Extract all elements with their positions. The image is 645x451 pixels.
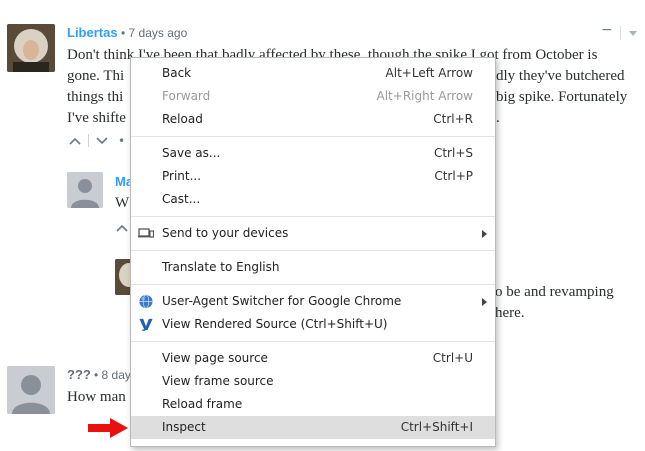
menu-separator xyxy=(131,216,495,217)
menu-separator xyxy=(131,341,495,342)
menu-item-label: User-Agent Switcher for Google Chrome xyxy=(162,294,402,308)
menu-item-shortcut: Ctrl+U xyxy=(432,351,473,365)
divider xyxy=(620,26,621,40)
menu-item-user-agent-switcher[interactable]: User-Agent Switcher for Google Chrome xyxy=(131,290,495,313)
comment-body-line: o be and revamping xyxy=(495,284,614,300)
context-menu: Back Alt+Left Arrow Forward Alt+Right Ar… xyxy=(130,57,496,447)
menu-item-label: Back xyxy=(162,66,192,80)
avatar[interactable] xyxy=(67,172,103,208)
menu-item-label: View Rendered Source (Ctrl+Shift+U) xyxy=(162,317,388,331)
menu-separator xyxy=(131,250,495,251)
menu-item-translate[interactable]: Translate to English xyxy=(131,256,495,279)
menu-separator xyxy=(131,284,495,285)
menu-item-shortcut: Ctrl+Shift+I xyxy=(400,420,473,434)
comment-body-line: here. xyxy=(495,305,525,321)
menu-item-back[interactable]: Back Alt+Left Arrow xyxy=(131,62,495,85)
menu-item-label: View page source xyxy=(162,351,268,365)
menu-item-shortcut: Ctrl+P xyxy=(434,169,473,183)
menu-item-print[interactable]: Print... Ctrl+P xyxy=(131,165,495,188)
avatar[interactable] xyxy=(7,366,55,414)
default-avatar-icon xyxy=(67,172,103,208)
comment-body-line: big spike. Fortunately xyxy=(496,89,628,105)
menu-item-forward[interactable]: Forward Alt+Right Arrow xyxy=(131,85,495,108)
menu-item-shortcut: Alt+Left Arrow xyxy=(385,66,473,80)
menu-item-shortcut: Alt+Right Arrow xyxy=(376,89,473,103)
chevron-down-icon[interactable] xyxy=(629,31,637,36)
menu-item-label: Save as... xyxy=(162,146,221,160)
menu-item-label: Inspect xyxy=(162,420,206,434)
comment-body-line: How man xyxy=(67,389,126,405)
menu-item-shortcut: Ctrl+R xyxy=(433,112,473,126)
comment-body-line: dly they've butchered xyxy=(496,68,625,84)
avatar[interactable] xyxy=(115,259,131,295)
menu-item-reload[interactable]: Reload Ctrl+R xyxy=(131,108,495,131)
menu-item-inspect[interactable]: Inspect Ctrl+Shift+I xyxy=(131,416,495,439)
menu-item-label: Translate to English xyxy=(162,260,280,274)
menu-item-view-frame-source[interactable]: View frame source xyxy=(131,370,495,393)
downvote-icon[interactable] xyxy=(96,136,108,146)
menu-item-label: Print... xyxy=(162,169,202,183)
vote-divider xyxy=(88,134,89,147)
comment-body-line: W xyxy=(115,195,130,211)
red-arrow-icon xyxy=(88,418,128,438)
menu-item-view-page-source[interactable]: View page source Ctrl+U xyxy=(131,347,495,370)
menu-item-reload-frame[interactable]: Reload frame xyxy=(131,393,495,416)
menu-item-label: Send to your devices xyxy=(162,226,289,240)
menu-item-shortcut: Ctrl+S xyxy=(433,146,473,160)
default-avatar-icon xyxy=(7,366,55,414)
menu-item-label: Reload xyxy=(162,112,203,126)
menu-item-label: Cast... xyxy=(162,192,201,206)
comment-timestamp[interactable]: • 7 days ago xyxy=(121,26,187,40)
comment-author[interactable]: Libertas xyxy=(67,25,118,40)
comment-timestamp[interactable]: • 8 day xyxy=(94,368,131,382)
upvote-icon[interactable] xyxy=(69,136,81,146)
submenu-arrow-icon xyxy=(482,230,487,238)
upvote-icon[interactable] xyxy=(116,223,128,233)
comment-author[interactable]: ??? xyxy=(67,367,91,382)
devices-icon xyxy=(138,228,154,238)
comment-body-line: I've shifte xyxy=(67,110,126,126)
portrait-image xyxy=(115,259,131,295)
collapse-button[interactable]: − xyxy=(601,22,613,38)
comment-body-line: gone. Thi xyxy=(67,68,125,84)
menu-item-view-rendered-source[interactable]: View Rendered Source (Ctrl+Shift+U) xyxy=(131,313,495,336)
submenu-arrow-icon xyxy=(482,298,487,306)
portrait-image xyxy=(7,24,55,72)
globe-icon xyxy=(139,294,153,309)
menu-separator xyxy=(131,136,495,137)
menu-item-send-to-devices[interactable]: Send to your devices xyxy=(131,222,495,245)
menu-item-label: View frame source xyxy=(162,374,274,388)
comment-body-line: things thi xyxy=(67,89,124,105)
avatar[interactable] xyxy=(7,24,55,72)
menu-item-label: Reload frame xyxy=(162,397,243,411)
comment-body-line: . xyxy=(496,110,500,126)
menu-item-label: Forward xyxy=(162,89,211,103)
vrs-icon xyxy=(139,318,153,331)
menu-item-save-as[interactable]: Save as... Ctrl+S xyxy=(131,142,495,165)
menu-item-cast[interactable]: Cast... xyxy=(131,188,495,211)
bullet: • xyxy=(118,134,126,148)
